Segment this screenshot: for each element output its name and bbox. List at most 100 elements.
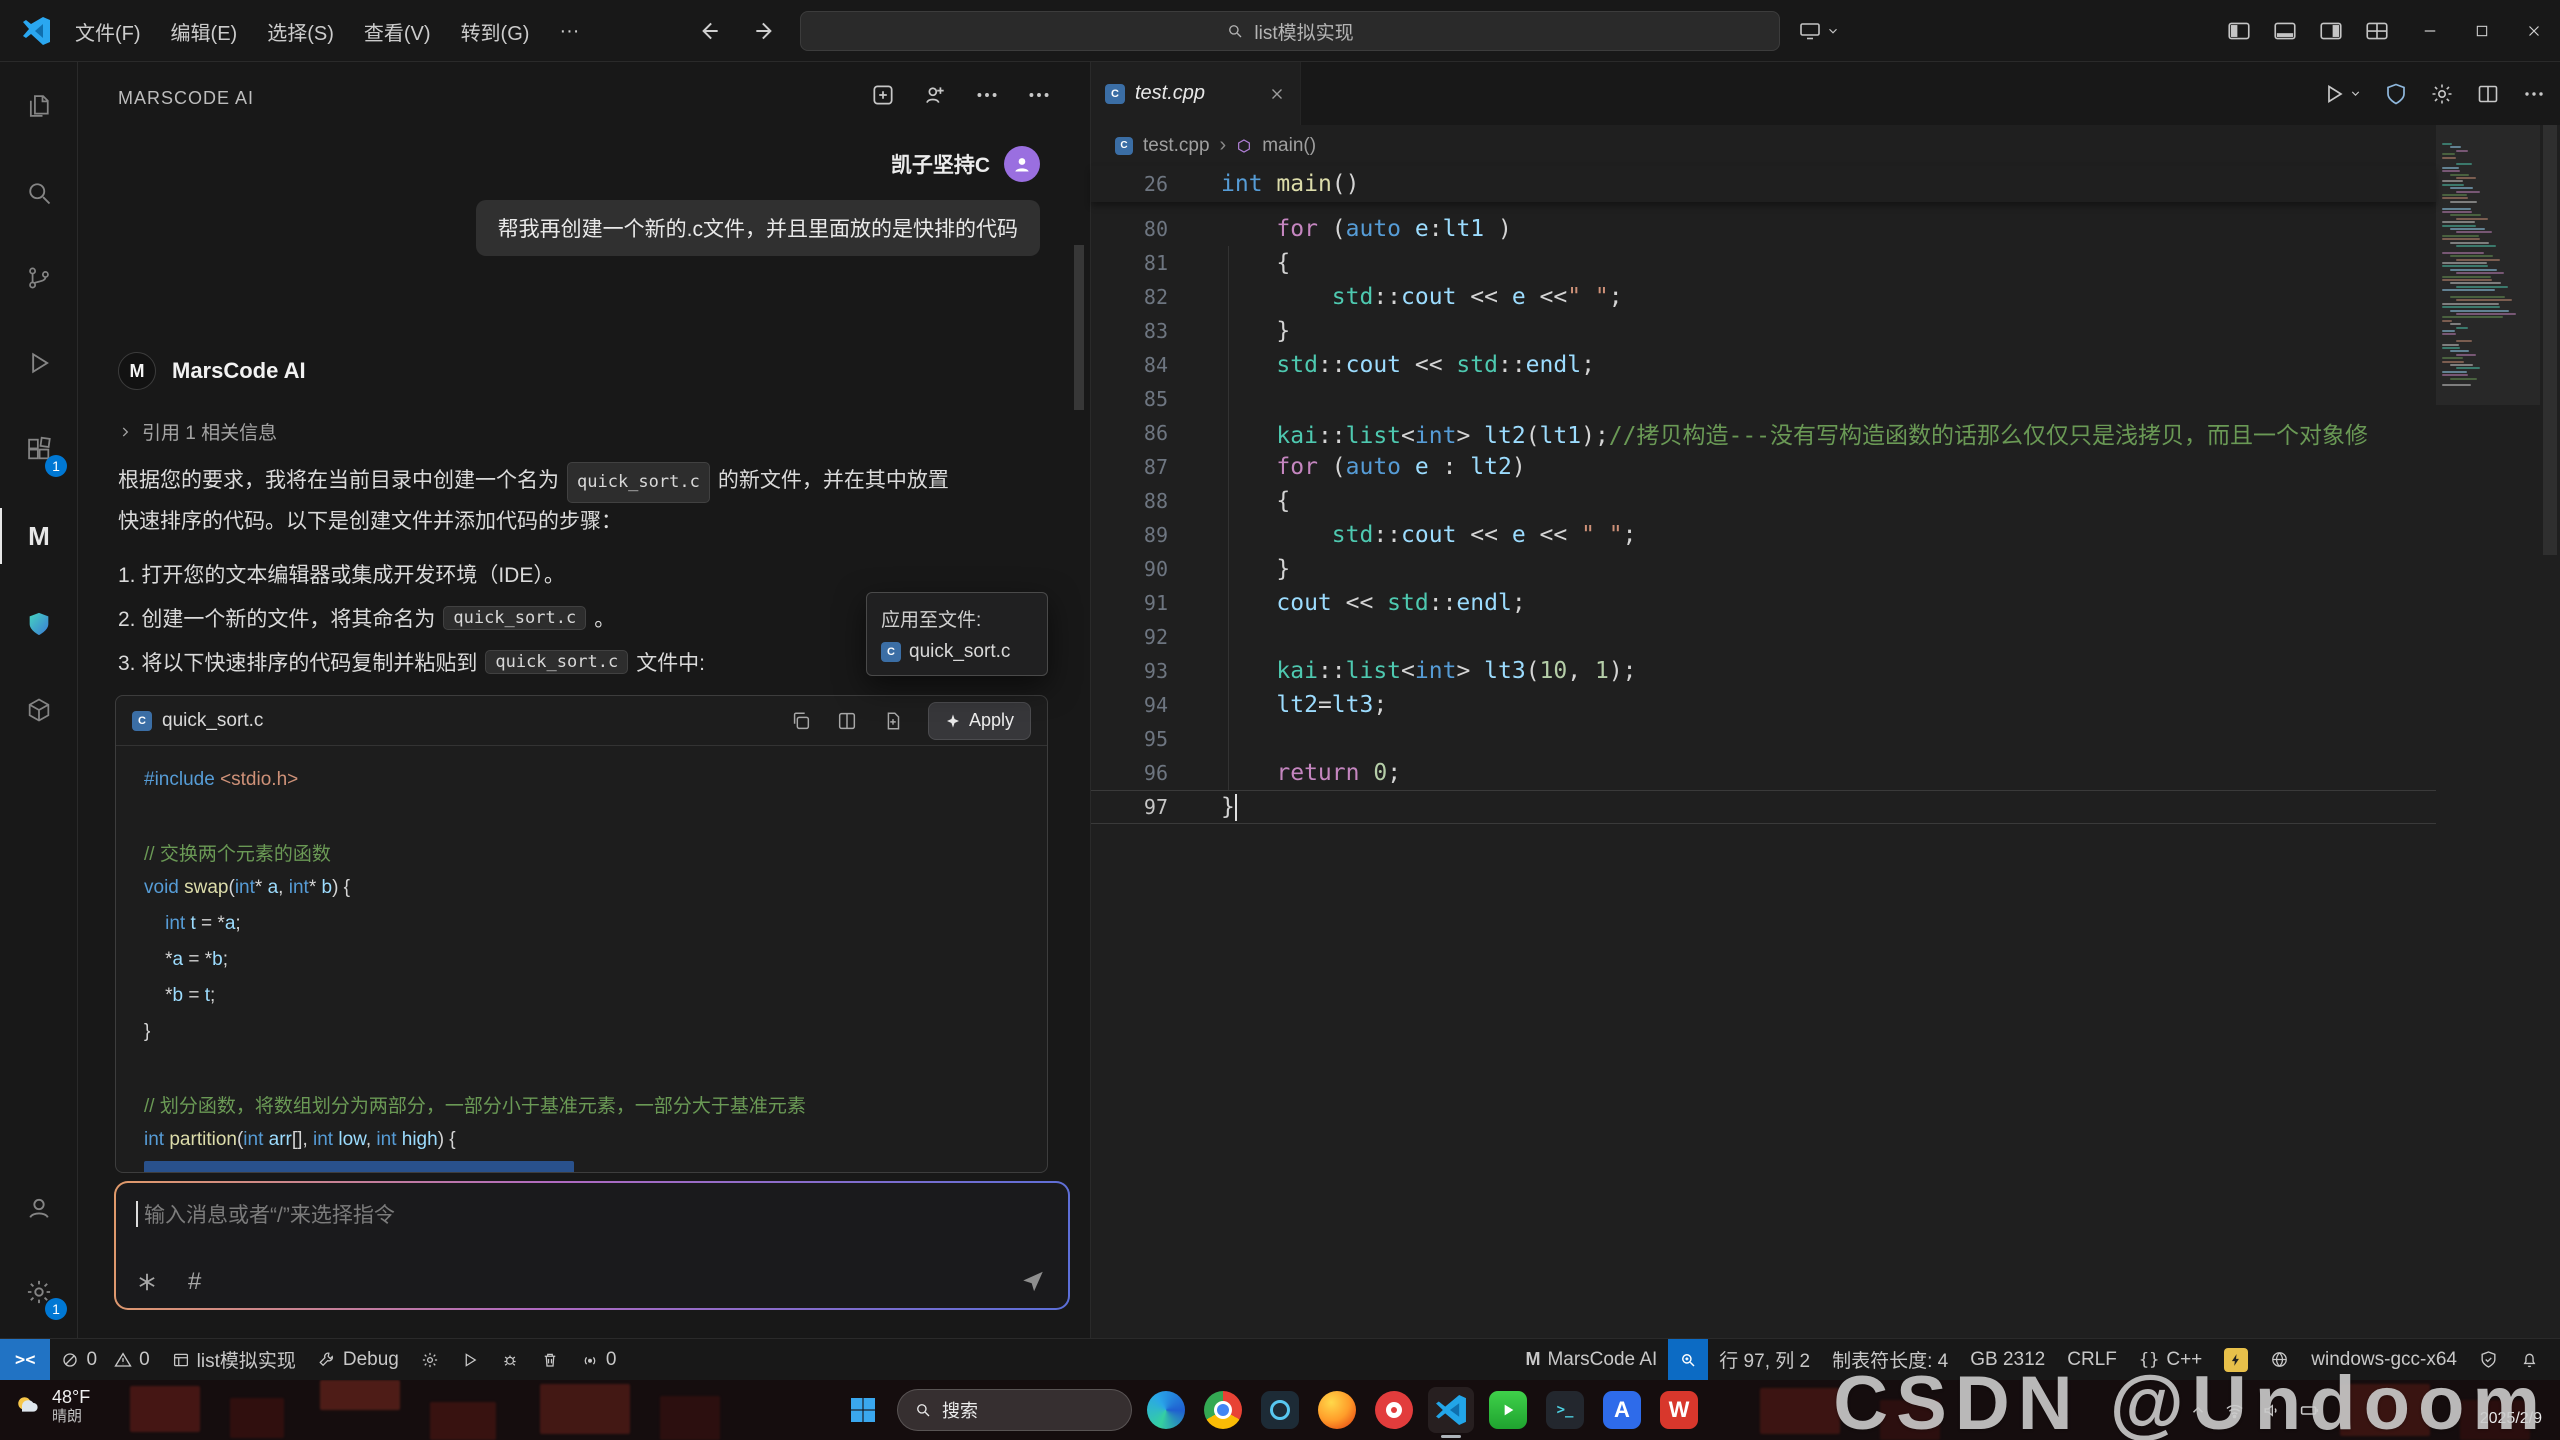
- app-music-red[interactable]: [1371, 1387, 1417, 1433]
- app-chrome[interactable]: [1200, 1387, 1246, 1433]
- sidebar-item-run-debug[interactable]: [0, 328, 78, 398]
- code-line-89[interactable]: 89 std::cout << e << " ";: [1091, 518, 2436, 552]
- code-editor[interactable]: 80 for (auto e:lt1 )81 {82 std::cout << …: [1091, 212, 2436, 824]
- sticky-scroll-line[interactable]: 26 int main(): [1091, 166, 2436, 202]
- build-variant-button[interactable]: Debug: [307, 1339, 410, 1380]
- customize-layout-button[interactable]: [2364, 18, 2390, 44]
- tab-test-cpp[interactable]: C test.cpp: [1091, 62, 1301, 125]
- code-line-88[interactable]: 88 {: [1091, 484, 2436, 518]
- history-button[interactable]: [974, 82, 1000, 108]
- more-actions-button[interactable]: [2522, 82, 2546, 106]
- close-button[interactable]: [2508, 0, 2560, 62]
- settings-button[interactable]: 1: [0, 1257, 78, 1327]
- back-button[interactable]: [696, 18, 722, 44]
- close-tab-icon[interactable]: [1268, 85, 1286, 103]
- new-chat-button[interactable]: [870, 82, 896, 108]
- app-a-blue[interactable]: A: [1599, 1387, 1645, 1433]
- slash-commands-button[interactable]: [136, 1271, 158, 1293]
- code-line-90[interactable]: 90 }: [1091, 552, 2436, 586]
- code-line-85[interactable]: 85: [1091, 382, 2436, 416]
- menu-selection[interactable]: 选择(S): [252, 17, 349, 46]
- remote-indicator[interactable]: ><: [0, 1339, 50, 1380]
- problems-indicator[interactable]: 0 0: [50, 1339, 160, 1380]
- sidebar-item-search[interactable]: [0, 158, 78, 228]
- minimap[interactable]: [2436, 125, 2540, 1338]
- weather-widget[interactable]: 48°F晴朗: [12, 1386, 90, 1426]
- menu-goto[interactable]: 转到(G): [446, 17, 545, 46]
- code-line-81[interactable]: 81 {: [1091, 246, 2436, 280]
- code-line-95[interactable]: 95: [1091, 722, 2436, 756]
- apply-button[interactable]: Apply: [928, 702, 1031, 740]
- ports-indicator[interactable]: 0: [570, 1339, 628, 1380]
- insert-at-cursor-button[interactable]: [836, 710, 858, 732]
- minimize-button[interactable]: [2404, 0, 2456, 62]
- code-line-80[interactable]: 80 for (auto e:lt1 ): [1091, 212, 2436, 246]
- share-session-button[interactable]: [922, 82, 948, 108]
- reference-toggle[interactable]: 引用 1 相关信息: [118, 418, 277, 445]
- app-firefox[interactable]: [1314, 1387, 1360, 1433]
- code-line-92[interactable]: 92: [1091, 620, 2436, 654]
- account-button[interactable]: [0, 1173, 78, 1243]
- chat-scrollbar[interactable]: [1074, 245, 1084, 410]
- app-vscode[interactable]: [1428, 1387, 1474, 1433]
- code-line-82[interactable]: 82 std::cout << e <<" ";: [1091, 280, 2436, 314]
- code-line-91[interactable]: 91 cout << std::endl;: [1091, 586, 2436, 620]
- menu-file[interactable]: 文件(F): [60, 17, 156, 46]
- split-editor-button[interactable]: [2476, 82, 2500, 106]
- clean-button[interactable]: [530, 1339, 570, 1380]
- settings-gear-icon[interactable]: [2430, 82, 2454, 106]
- cmake-project-button[interactable]: list模拟实现: [161, 1339, 307, 1380]
- code-analysis-shield-icon[interactable]: [2384, 82, 2408, 106]
- code-line-83[interactable]: 83 }: [1091, 314, 2436, 348]
- code-line-96[interactable]: 96 return 0;: [1091, 756, 2436, 790]
- code-line-87[interactable]: 87 for (auto e : lt2): [1091, 450, 2436, 484]
- app-dark-tool[interactable]: [1257, 1387, 1303, 1433]
- remote-window-button[interactable]: [1798, 0, 1840, 62]
- app-wps[interactable]: W: [1656, 1387, 1702, 1433]
- toggle-sidebar-button[interactable]: [2226, 18, 2252, 44]
- code-line-94[interactable]: 94 lt2=lt3;: [1091, 688, 2436, 722]
- menu-view[interactable]: 查看(V): [349, 17, 446, 46]
- app-edge[interactable]: [1143, 1387, 1189, 1433]
- more-actions-button[interactable]: [1026, 82, 1052, 108]
- editor-scrollbar[interactable]: [2540, 125, 2560, 1338]
- debug-button[interactable]: [490, 1339, 530, 1380]
- sidebar-item-source-control[interactable]: [0, 243, 78, 313]
- sidebar-item-shield-ext[interactable]: [0, 589, 78, 659]
- sidebar-item-extensions[interactable]: 1: [0, 414, 78, 484]
- sidebar-item-marscode[interactable]: M: [0, 501, 78, 571]
- breadcrumb-file[interactable]: test.cpp: [1143, 135, 1210, 157]
- code-line-84[interactable]: 84 std::cout << std::endl;: [1091, 348, 2436, 382]
- menu-overflow-button[interactable]: ···: [544, 20, 594, 43]
- taskbar-search[interactable]: 搜索: [897, 1389, 1132, 1431]
- start-button[interactable]: [840, 1387, 886, 1433]
- copy-button[interactable]: [790, 710, 812, 732]
- toggle-panel-button[interactable]: [2272, 18, 2298, 44]
- cursor-position-button[interactable]: 行 97, 列 2: [1708, 1339, 1821, 1380]
- code-line-86[interactable]: 86 kai::list<int> lt2(lt1);//拷贝构造---没有写构…: [1091, 416, 2436, 450]
- vscode-logo-icon: [20, 15, 52, 47]
- marscode-status-button[interactable]: M MarsCode AI: [1514, 1339, 1668, 1380]
- zoom-status-button[interactable]: [1668, 1339, 1708, 1380]
- scrollbar-thumb[interactable]: [2543, 125, 2557, 555]
- send-button[interactable]: [1020, 1268, 1046, 1294]
- new-file-button[interactable]: [882, 710, 904, 732]
- forward-button[interactable]: [752, 18, 778, 44]
- sidebar-item-package[interactable]: [0, 675, 78, 745]
- app-green[interactable]: [1485, 1387, 1531, 1433]
- search-command-center[interactable]: list模拟实现: [800, 11, 1780, 51]
- window-icon: [172, 1351, 190, 1369]
- code-line-97[interactable]: 97}: [1091, 790, 2436, 824]
- breadcrumb-symbol[interactable]: main(): [1262, 135, 1316, 157]
- context-hash-button[interactable]: #: [188, 1268, 201, 1296]
- maximize-button[interactable]: [2456, 0, 2508, 62]
- code-line-93[interactable]: 93 kai::list<int> lt3(10, 1);: [1091, 654, 2436, 688]
- sidebar-item-explorer[interactable]: [0, 71, 78, 141]
- run-file-button[interactable]: [2322, 82, 2362, 106]
- kit-select-button[interactable]: [410, 1339, 450, 1380]
- menu-edit[interactable]: 编辑(E): [156, 17, 253, 46]
- toggle-secondary-sidebar-button[interactable]: [2318, 18, 2344, 44]
- app-terminal[interactable]: >_: [1542, 1387, 1588, 1433]
- build-run-button[interactable]: [450, 1339, 490, 1380]
- chat-input-box[interactable]: 输入消息或者“/”来选择指令 #: [114, 1181, 1070, 1310]
